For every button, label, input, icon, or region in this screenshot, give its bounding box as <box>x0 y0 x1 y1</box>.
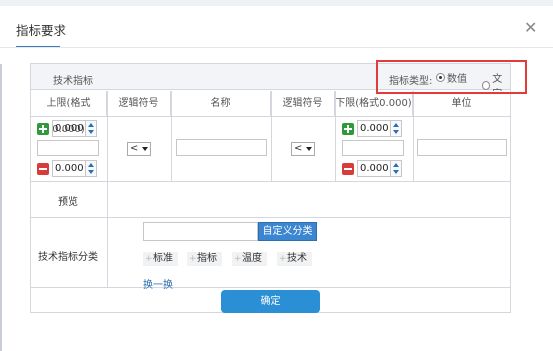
arrow-up-icon[interactable] <box>393 122 399 127</box>
col-logic-right: 逻辑符号 <box>271 91 335 117</box>
spinner-arrows[interactable] <box>391 160 402 177</box>
header-divider <box>0 47 553 48</box>
refresh-link[interactable]: 换一换 <box>143 276 173 291</box>
logic-select-left[interactable]: < <box>127 142 151 156</box>
col-lower-limit: 下限(格式0.000) <box>335 91 413 117</box>
logic-select-right-value: < <box>294 143 303 154</box>
arrow-down-icon[interactable] <box>393 170 399 175</box>
upper-limit-bottom-spinner[interactable]: 0.000 <box>37 160 97 177</box>
grid-line <box>107 181 108 287</box>
upper-limit-bottom-value[interactable]: 0.000 <box>52 160 86 177</box>
top-strip <box>0 0 553 6</box>
arrow-down-icon[interactable] <box>88 130 94 135</box>
arrow-down-icon[interactable] <box>393 130 399 135</box>
lower-limit-bottom-spinner[interactable]: 0.000 <box>342 160 402 177</box>
confirm-button[interactable]: 确定 <box>221 290 320 313</box>
category-tag[interactable]: 温度 <box>232 252 267 266</box>
chevron-down-icon <box>142 147 148 151</box>
grid-line <box>107 91 108 181</box>
col-upper-limit: 上限(格式0.000) <box>31 91 107 135</box>
arrow-up-icon[interactable] <box>88 122 94 127</box>
col-logic-left: 逻辑符号 <box>107 91 171 117</box>
spinner-arrows[interactable] <box>86 120 97 137</box>
minus-icon[interactable] <box>37 162 49 175</box>
grid-line <box>171 91 172 181</box>
name-input[interactable] <box>176 139 267 156</box>
logic-select-right[interactable]: < <box>291 142 315 156</box>
custom-category-button[interactable]: 自定义分类 <box>258 222 317 241</box>
grid-line <box>413 91 414 181</box>
arrow-up-icon[interactable] <box>88 162 94 167</box>
lower-limit-top-spinner[interactable]: 0.000 <box>342 120 402 137</box>
left-edge-bar <box>0 64 2 351</box>
grid-line <box>271 91 272 181</box>
grid-line <box>335 91 336 181</box>
col-unit: 单位 <box>413 91 510 117</box>
category-tag[interactable]: 技术 <box>277 252 312 266</box>
category-tag[interactable]: 指标 <box>187 252 222 266</box>
arrow-down-icon[interactable] <box>88 170 94 175</box>
category-label: 技术指标分类 <box>38 252 98 263</box>
upper-limit-top-spinner[interactable]: 0.000 <box>37 120 97 137</box>
preview-label: 预览 <box>58 197 78 208</box>
grid-line <box>31 217 510 218</box>
unit-input[interactable] <box>417 139 507 156</box>
highlight-box <box>376 60 527 94</box>
dialog-title: 指标要求 <box>16 23 67 38</box>
category-tag[interactable]: 标准 <box>143 252 178 266</box>
chevron-down-icon <box>306 147 312 151</box>
upper-limit-top-value[interactable]: 0.000 <box>52 120 86 137</box>
panel-title: 技术指标 <box>53 76 93 87</box>
close-icon[interactable]: ✕ <box>524 18 537 37</box>
category-input[interactable] <box>143 222 258 241</box>
spinner-arrows[interactable] <box>391 120 402 137</box>
spinner-arrows[interactable] <box>86 160 97 177</box>
upper-limit-input[interactable] <box>37 140 99 156</box>
lower-limit-top-value[interactable]: 0.000 <box>357 120 391 137</box>
col-name: 名称 <box>171 91 271 117</box>
plus-icon[interactable] <box>342 122 354 135</box>
arrow-up-icon[interactable] <box>393 162 399 167</box>
lower-limit-bottom-value[interactable]: 0.000 <box>357 160 391 177</box>
grid-line <box>31 287 510 288</box>
plus-icon[interactable] <box>37 122 49 135</box>
grid-line <box>31 181 510 182</box>
minus-icon[interactable] <box>342 162 354 175</box>
tech-indicator-panel: 技术指标 指标类型: 数值 文字 上限(格式0.000) 逻辑符号 名称 逻辑符… <box>30 63 511 313</box>
logic-select-left-value: < <box>130 143 139 154</box>
lower-limit-input[interactable] <box>342 140 404 156</box>
